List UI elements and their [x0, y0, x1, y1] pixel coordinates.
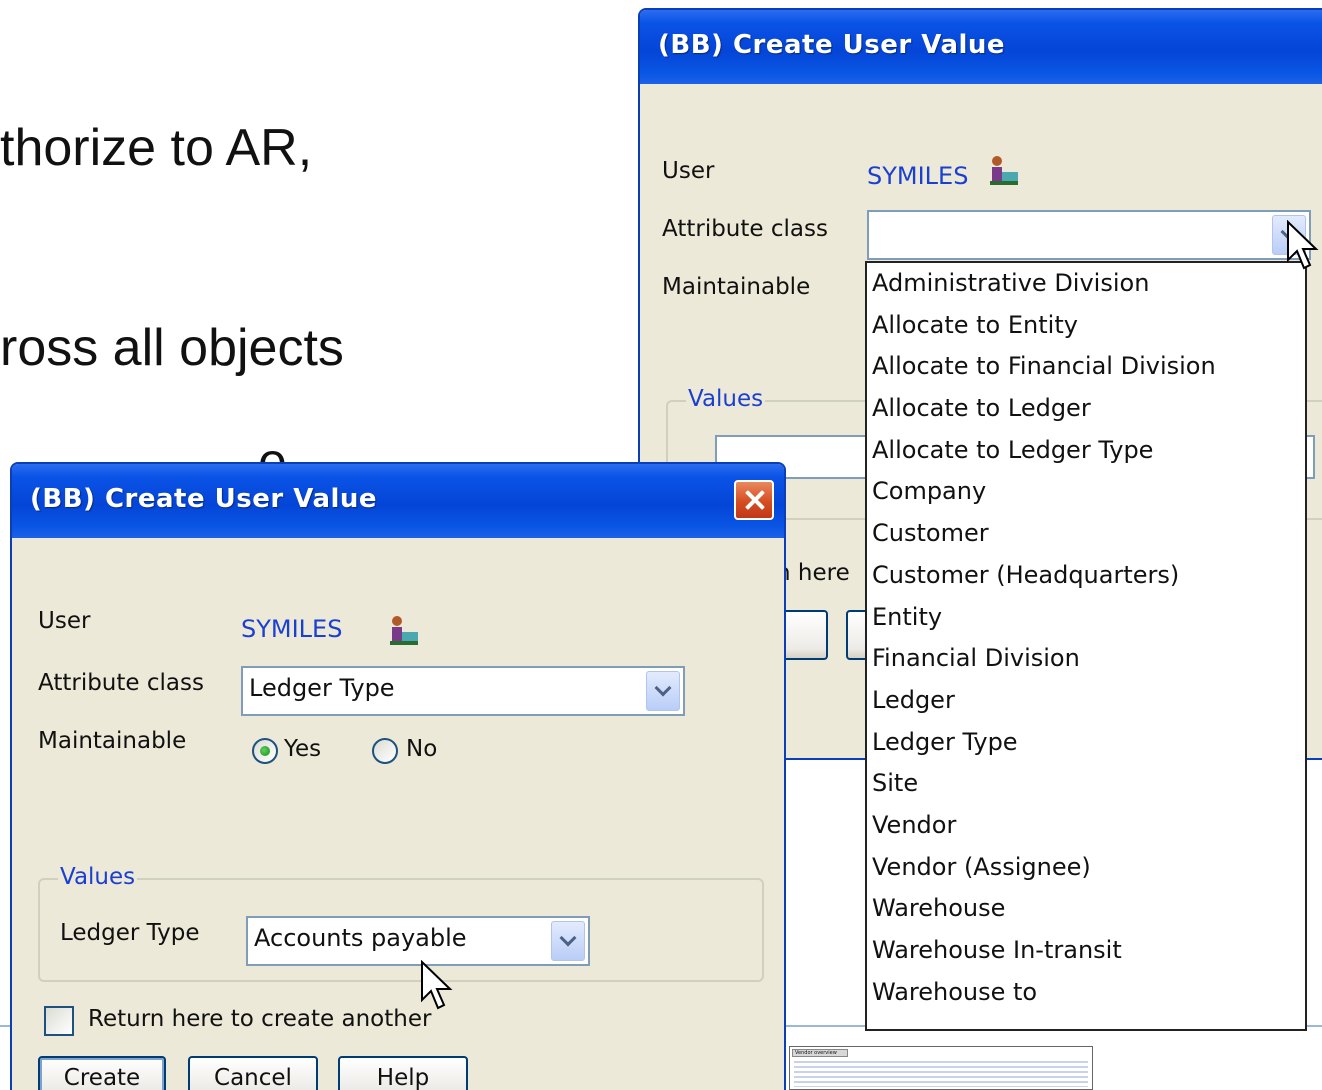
- dropdown-option[interactable]: Allocate to Ledger Type: [867, 430, 1305, 472]
- front-dialog-window: (BB) Create User Value User SYMILES Attr…: [10, 462, 786, 1090]
- back-return-label-fragment: h here: [776, 560, 850, 586]
- mouse-pointer-icon: [421, 960, 453, 1010]
- dropdown-option[interactable]: Warehouse In-transit: [867, 930, 1305, 972]
- front-user-value: SYMILES: [241, 615, 343, 643]
- dropdown-option[interactable]: Allocate to Financial Division: [867, 346, 1305, 388]
- ledger-type-combo[interactable]: Accounts payable: [246, 916, 590, 966]
- cancel-button[interactable]: Cancel: [188, 1056, 318, 1090]
- front-values-legend: Values: [58, 864, 138, 890]
- return-here-label[interactable]: Return here to create another: [88, 1006, 431, 1032]
- attribute-class-dropdown-list[interactable]: Administrative Division Allocate to Entit…: [865, 261, 1307, 1031]
- dropdown-option[interactable]: Allocate to Entity: [867, 305, 1305, 347]
- dropdown-option[interactable]: Warehouse: [867, 888, 1305, 930]
- user-lookup-icon[interactable]: [984, 154, 1020, 188]
- front-dialog-title: (BB) Create User Value: [30, 484, 378, 514]
- back-user-label: User: [662, 158, 715, 184]
- thumbnail-content: [794, 1061, 1088, 1087]
- dropdown-option[interactable]: Administrative Division: [867, 263, 1305, 305]
- slide-text-line-2: ross all objects: [0, 319, 344, 377]
- slide-text-line-3: e: [258, 433, 287, 462]
- return-here-checkbox[interactable]: [44, 1006, 74, 1036]
- dropdown-option[interactable]: Ledger Type: [867, 722, 1305, 764]
- maintainable-no-radio[interactable]: [372, 738, 398, 764]
- mouse-pointer-icon: [1287, 220, 1319, 270]
- back-attribute-class-combo[interactable]: [867, 210, 1311, 260]
- maintainable-yes-radio[interactable]: [252, 738, 278, 764]
- dropdown-option[interactable]: Vendor: [867, 805, 1305, 847]
- create-button[interactable]: Create: [38, 1056, 166, 1090]
- maintainable-yes-label[interactable]: Yes: [284, 736, 321, 762]
- front-user-label: User: [38, 608, 91, 634]
- dropdown-option[interactable]: Allocate to Ledger: [867, 388, 1305, 430]
- dropdown-option[interactable]: Ledger: [867, 680, 1305, 722]
- dropdown-option[interactable]: Company: [867, 471, 1305, 513]
- front-attribute-class-label: Attribute class: [38, 670, 204, 696]
- close-icon[interactable]: [734, 480, 774, 520]
- back-create-button[interactable]: [780, 610, 828, 660]
- back-maintainable-label: Maintainable: [662, 274, 811, 300]
- help-button[interactable]: Help: [338, 1056, 468, 1090]
- maintainable-no-label[interactable]: No: [406, 736, 437, 762]
- front-dialog-titlebar[interactable]: (BB) Create User Value: [12, 464, 784, 538]
- thumbnail-tab: Vendor overview: [792, 1049, 848, 1057]
- slide-text-line-1: thorize to AR,: [0, 119, 313, 177]
- back-user-value: SYMILES: [867, 162, 969, 190]
- ledger-type-label: Ledger Type: [60, 920, 200, 946]
- front-attribute-class-combo[interactable]: Ledger Type: [241, 666, 685, 716]
- back-dialog-title: (BB) Create User Value: [658, 30, 1006, 60]
- dropdown-option[interactable]: Site: [867, 763, 1305, 805]
- front-attribute-class-value: Ledger Type: [249, 674, 395, 702]
- dropdown-option[interactable]: Vendor (Assignee): [867, 847, 1305, 889]
- dropdown-option[interactable]: Customer (Headquarters): [867, 555, 1305, 597]
- dropdown-option[interactable]: Financial Division: [867, 638, 1305, 680]
- back-attribute-class-label: Attribute class: [662, 216, 828, 242]
- front-maintainable-label: Maintainable: [38, 728, 187, 754]
- dropdown-option[interactable]: Warehouse to: [867, 972, 1305, 1014]
- dropdown-option[interactable]: Customer: [867, 513, 1305, 555]
- vendor-overview-thumbnail: Vendor overview: [789, 1046, 1093, 1090]
- dropdown-option[interactable]: Entity: [867, 597, 1305, 639]
- ledger-type-value: Accounts payable: [254, 924, 467, 952]
- back-dialog-titlebar[interactable]: (BB) Create User Value: [640, 10, 1322, 84]
- chevron-down-icon[interactable]: [646, 671, 680, 711]
- back-values-legend: Values: [686, 386, 766, 412]
- user-lookup-icon[interactable]: [384, 614, 420, 648]
- chevron-down-icon[interactable]: [551, 921, 585, 961]
